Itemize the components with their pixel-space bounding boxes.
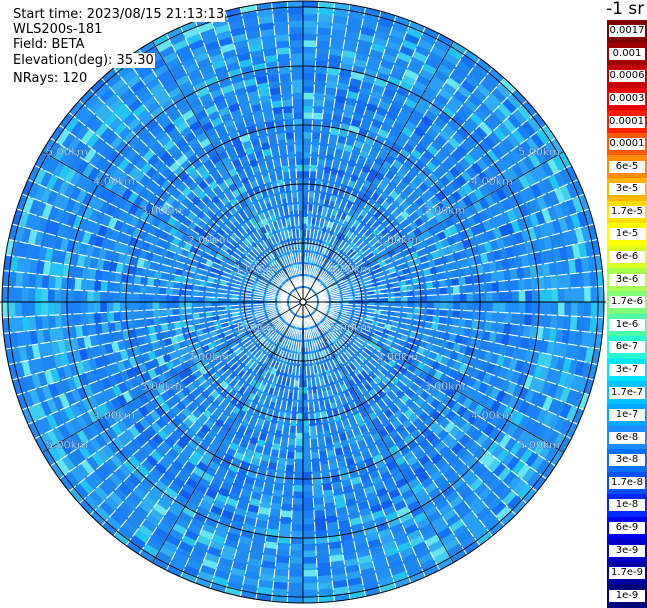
nrays-label: NRays: 120 <box>12 71 89 86</box>
range-ring-label: 4.00km <box>93 409 135 422</box>
range-ring-label: 3.00km <box>141 204 183 217</box>
colorbar-tick-label: 1e-9 <box>609 589 645 602</box>
colorbar-tick-label: 3e-9 <box>609 544 645 557</box>
colorbar-tick-label: 6e-8 <box>609 431 645 444</box>
range-ring-label: 2.00km <box>188 351 230 364</box>
range-ring-label: 2.00km <box>188 234 230 247</box>
range-ring-label: 5.00km <box>518 438 560 451</box>
colorbar-tick-label: 0.00017 <box>609 115 647 128</box>
range-ring-label: 1.00km <box>329 263 371 276</box>
colorbar-tick-label: 3e-6 <box>609 273 645 286</box>
range-ring-label: 3.00km <box>141 380 183 393</box>
colorbar-tick-label: 6e-6 <box>609 251 645 264</box>
colorbar-tick-label: 0.0017 <box>609 25 645 38</box>
range-ring-label: 4.00km <box>93 175 135 188</box>
colorbar-tick-label: 1e-8 <box>609 499 645 512</box>
colorbar-tick-label: 3e-8 <box>609 454 645 467</box>
colorbar-tick-label: 1.7e-9 <box>609 567 645 580</box>
start-time-label: Start time: 2023/08/15 21:13:13 <box>12 7 226 22</box>
range-ring-label: 2.00km <box>377 351 419 364</box>
range-ring-label: 3.00km <box>424 380 466 393</box>
range-ring-label: 5.00km <box>518 146 560 159</box>
colorbar-tick-label: 1e-6 <box>609 318 645 331</box>
elevation-label: Elevation(deg): 35.30 <box>12 53 155 68</box>
range-ring-label: 1.00km <box>329 321 371 334</box>
colorbar-tick-label: 0.0003 <box>609 93 645 106</box>
colorbar-tick-label: 6e-5 <box>609 160 645 173</box>
colorbar-tick-label: 1.7e-6 <box>609 296 645 309</box>
colorbar-tick-label: 6e-9 <box>609 521 645 534</box>
colorbar-tick-label: 0.0001 <box>609 138 645 151</box>
colorbar-tick-label: 3e-7 <box>609 363 645 376</box>
colorbar-title: -1 sr <box>606 0 645 19</box>
colorbar-tick-label: 0.001 <box>609 47 645 60</box>
colorbar-tick-label: 1.7e-8 <box>609 476 645 489</box>
range-ring-label: 4.00km <box>471 409 513 422</box>
range-ring-label: 1.00km <box>235 263 277 276</box>
colorbar-tick-label: 1.7e-7 <box>609 386 645 399</box>
colorbar-tick-label: 6e-7 <box>609 341 645 354</box>
range-ring-label: 2.00km <box>377 234 419 247</box>
instrument-label: WLS200s-181 <box>12 22 104 37</box>
field-label: Field: BETA <box>12 37 86 52</box>
colorbar-tick-label: 1e-7 <box>609 409 645 422</box>
colorbar-tick-label: 1.7e-5 <box>609 205 645 218</box>
range-ring-label: 5.00km <box>46 438 88 451</box>
colorbar-tick-label: 0.0006 <box>609 70 645 83</box>
colorbar: 0.0017 0.001 0.0006 0.0003 0.00017 0.0001 6e-5… <box>607 20 647 608</box>
lidar-origin-marker <box>299 298 307 306</box>
ppi-scan-plot: 1.00km 1.00km 1.00km 1.00km 2.00km 2.00km 2.00… <box>0 0 606 604</box>
range-ring-label: 1.00km <box>235 321 277 334</box>
range-ring-label: 5.00km <box>46 146 88 159</box>
colorbar-tick-label: 1e-5 <box>609 228 645 241</box>
range-ring-label: 4.00km <box>471 175 513 188</box>
range-ring-label: 3.00km <box>424 204 466 217</box>
colorbar-tick-label: 3e-5 <box>609 183 645 196</box>
